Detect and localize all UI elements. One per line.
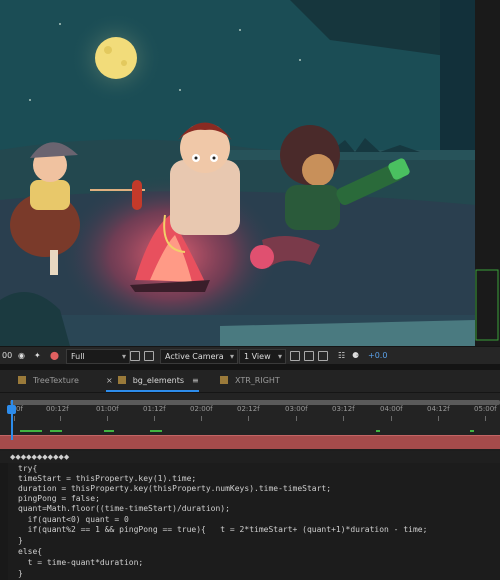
code-line: if(quant%2 == 1 && pingPong == true){ t …: [18, 525, 428, 534]
code-line: }: [18, 536, 23, 545]
rendered-segment: [50, 430, 62, 432]
code-line: else{: [18, 547, 43, 556]
rendered-segment: [470, 430, 474, 432]
flowchart-icon[interactable]: ☷: [338, 350, 345, 362]
ruler-label: 05:00f: [474, 405, 497, 413]
ruler-label: 00:12f: [46, 405, 69, 413]
timeline-tabs: TreeTexture × bg_elements ≡ XTR_RIGHT: [0, 370, 500, 392]
ruler-label: 04:12f: [427, 405, 450, 413]
ruler-label: 04:00f: [380, 405, 403, 413]
code-line: t = time-quant*duration;: [18, 558, 144, 567]
exposure-value[interactable]: +0.0: [368, 350, 387, 362]
color-channel-icon[interactable]: ⬤: [50, 350, 59, 362]
show-snapshot-icon[interactable]: ✦: [34, 350, 41, 362]
resolution-label: Full: [71, 352, 85, 361]
ruler-label: 01:12f: [143, 405, 166, 413]
moon: [95, 37, 137, 79]
ruler-label: 03:00f: [285, 405, 308, 413]
region-of-interest-icon[interactable]: [130, 351, 140, 361]
snapshot-icon[interactable]: ◉: [18, 350, 25, 362]
tab-color-swatch: [18, 376, 26, 384]
work-area-navigator[interactable]: [10, 400, 500, 405]
toggle-pixel-aspect-icon[interactable]: [290, 351, 300, 361]
3d-ground-plane-icon[interactable]: [318, 351, 328, 361]
code-line: try{: [18, 464, 38, 473]
code-line: timeStart = thisProperty.key(1).time;: [18, 474, 197, 483]
tab-color-swatch: [117, 376, 126, 384]
transparency-grid-icon[interactable]: [144, 351, 154, 361]
tab-treetexture[interactable]: TreeTexture: [18, 370, 79, 392]
rendered-segment: [104, 430, 114, 432]
viewer-controls: 00 ◉ ✦ ⬤ Full Active Camera 1 View ☷ ⚈ +…: [0, 346, 500, 365]
campfire-illustration: [0, 0, 500, 346]
panel-menu-icon[interactable]: ≡: [192, 376, 199, 385]
ruler-label: 03:12f: [332, 405, 355, 413]
zoom-value[interactable]: 00: [2, 350, 12, 362]
rendered-segment: [376, 430, 380, 432]
code-line: if(quant<0) quant = 0: [18, 515, 129, 524]
layer-duration-bar[interactable]: [0, 435, 500, 449]
tab-label: XTR_RIGHT: [235, 376, 280, 385]
tab-label: bg_elements: [132, 376, 185, 385]
keyframe-row[interactable]: ◆◆◆◆◆◆◆◆◆◆◆: [0, 451, 500, 463]
composition-viewer[interactable]: [0, 0, 500, 346]
rendered-segment: [20, 430, 42, 432]
code-line: }: [18, 569, 23, 578]
code-line: quant=Math.floor((time-timeStart)/durati…: [18, 504, 230, 513]
tab-xtr-right[interactable]: XTR_RIGHT: [220, 370, 280, 392]
code-line: pingPong = false;: [18, 494, 100, 503]
tab-bg-elements[interactable]: × bg_elements ≡: [106, 370, 199, 392]
expression-editor[interactable]: try{ timeStart = thisProperty.key(1).tim…: [0, 463, 500, 580]
ruler-label: 01:00f: [96, 405, 119, 413]
tab-color-swatch: [220, 376, 228, 384]
ruler-label: 0f: [16, 405, 23, 413]
work-area-strip[interactable]: [0, 421, 500, 435]
rendered-segment: [150, 430, 162, 432]
tab-label: TreeTexture: [33, 376, 79, 385]
ruler-label: 02:12f: [237, 405, 260, 413]
view-layout-label: 1 View: [244, 352, 271, 361]
reset-exposure-icon[interactable]: ⚈: [352, 350, 359, 362]
playhead-handle[interactable]: [7, 405, 16, 414]
view-layout-dropdown[interactable]: 1 View: [239, 349, 286, 364]
ruler-label: 02:00f: [190, 405, 213, 413]
time-ruler[interactable]: 0f 00:12f 01:00f 01:12f 02:00f 02:12f 03…: [0, 392, 500, 421]
camera-dropdown[interactable]: Active Camera: [160, 349, 238, 364]
tab-close-icon[interactable]: ×: [106, 376, 113, 385]
camera-label: Active Camera: [165, 352, 224, 361]
resolution-dropdown[interactable]: Full: [66, 349, 130, 364]
fast-previews-icon[interactable]: [304, 351, 314, 361]
code-line: duration = thisProperty.key(thisProperty…: [18, 484, 332, 493]
